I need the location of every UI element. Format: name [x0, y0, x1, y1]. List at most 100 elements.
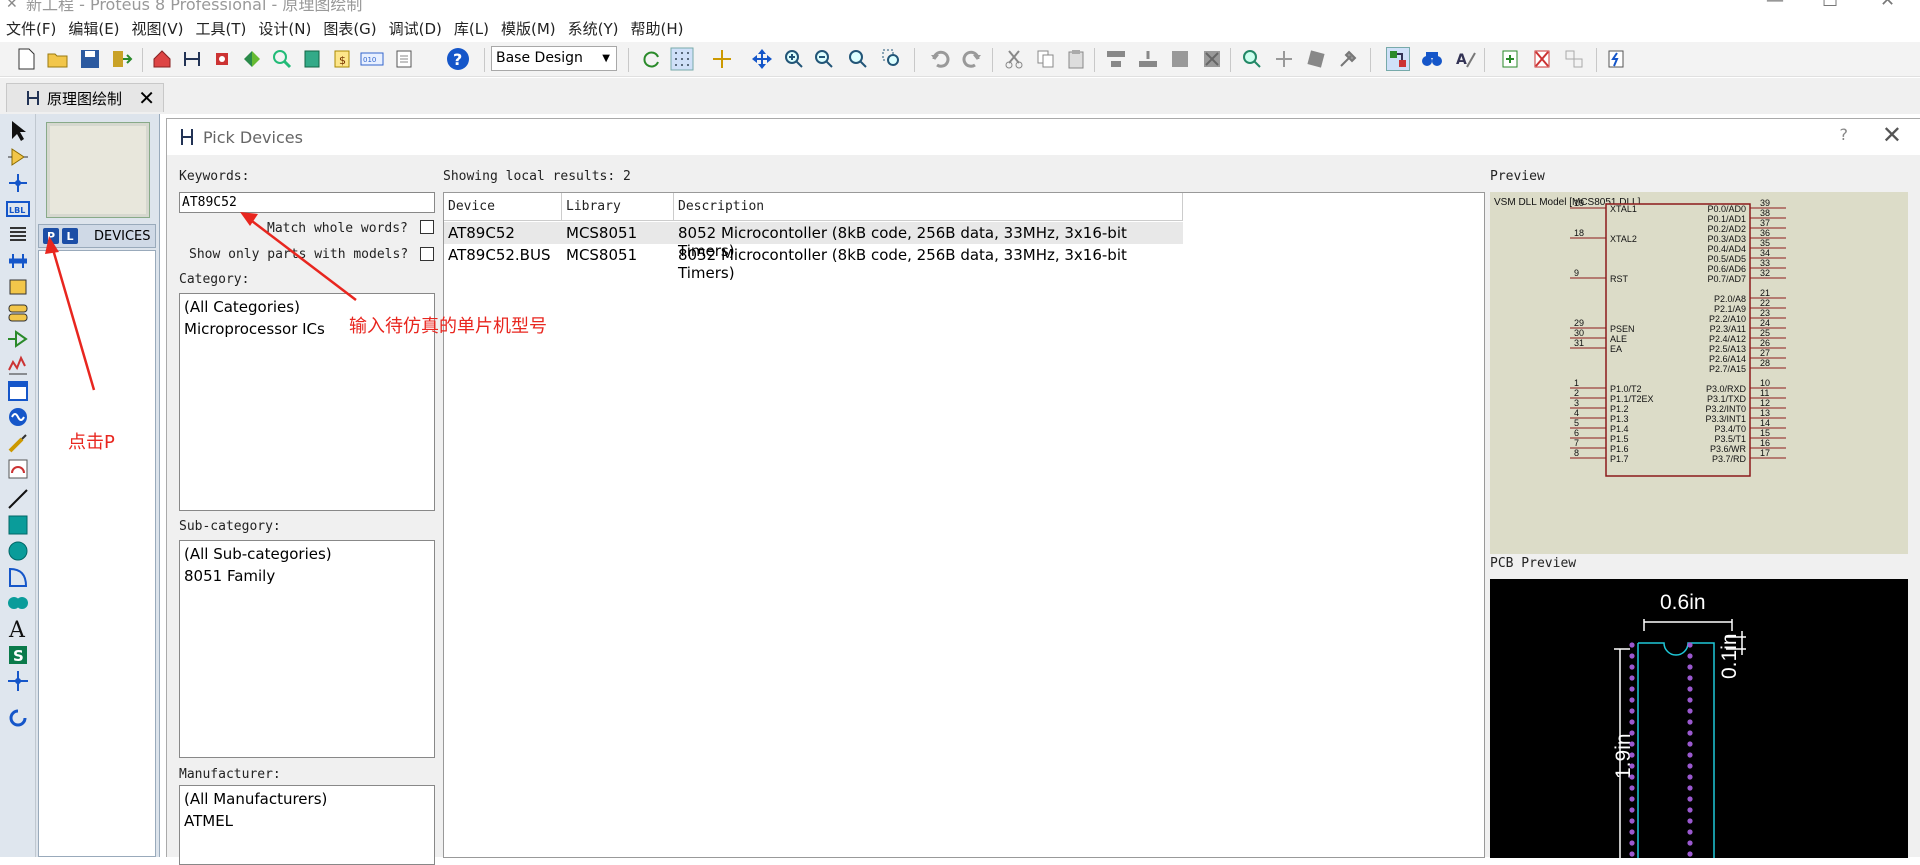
redo-icon[interactable]	[960, 47, 984, 71]
grid-toggle-icon[interactable]	[670, 47, 694, 71]
gerber-viewer-icon[interactable]	[270, 47, 294, 71]
keywords-input[interactable]: AT89C52	[179, 192, 435, 213]
menu-item[interactable]: 工具(T)	[190, 17, 253, 41]
generator-mode-icon[interactable]	[4, 404, 32, 430]
bill-of-materials-icon[interactable]: $	[330, 47, 354, 71]
menu-item[interactable]: 设计(N)	[252, 17, 317, 41]
arc-tool-icon[interactable]	[4, 564, 32, 590]
menu-item[interactable]: 视图(V)	[126, 17, 190, 41]
wire-autorouter-icon[interactable]	[1386, 47, 1410, 71]
make-device-icon[interactable]	[1272, 47, 1296, 71]
block-rotate-icon[interactable]	[1168, 47, 1192, 71]
open-folder-icon[interactable]	[46, 47, 70, 71]
device-pins-icon[interactable]	[4, 326, 32, 352]
schematic-icon[interactable]	[180, 47, 204, 71]
dialog-close-button[interactable]: ✕	[1882, 121, 1902, 149]
match-whole-words-checkbox[interactable]	[420, 220, 434, 234]
home-icon[interactable]	[150, 47, 174, 71]
property-assignment-icon[interactable]: A	[1454, 47, 1478, 71]
pick-parts-icon[interactable]	[1240, 47, 1264, 71]
zoom-out-icon[interactable]	[812, 47, 836, 71]
menu-item[interactable]: 帮助(H)	[625, 17, 690, 41]
overview-window[interactable]	[46, 122, 150, 218]
graph-mode-icon[interactable]	[4, 352, 32, 378]
menu-item[interactable]: 模版(M)	[495, 17, 562, 41]
new-file-icon[interactable]	[14, 47, 38, 71]
column-header-library[interactable]: Library	[562, 193, 674, 221]
save-icon[interactable]	[78, 47, 102, 71]
design-variant-select[interactable]: Base Design ▼	[491, 46, 617, 71]
import-icon[interactable]	[110, 47, 134, 71]
menu-item[interactable]: 编辑(E)	[62, 17, 125, 41]
subcategory-list[interactable]: (All Sub-categories) 8051 Family	[179, 540, 435, 758]
selection-mode-icon[interactable]	[4, 118, 32, 144]
subcircuit-icon[interactable]	[4, 274, 32, 300]
text-tool-icon[interactable]: A	[4, 616, 32, 642]
cut-icon[interactable]	[1002, 47, 1026, 71]
symbol-tool-icon[interactable]: S	[4, 642, 32, 668]
component-mode-icon[interactable]	[4, 144, 32, 170]
device-list[interactable]	[38, 250, 156, 857]
tab-schematic-capture[interactable]: 原理图绘制 ✕	[6, 83, 164, 112]
notes-icon[interactable]	[392, 47, 416, 71]
pcb-layout-icon[interactable]	[210, 47, 234, 71]
block-delete-icon[interactable]	[1200, 47, 1224, 71]
menu-item[interactable]: 系统(Y)	[562, 17, 625, 41]
virtual-instruments-icon[interactable]	[4, 456, 32, 482]
block-move-icon[interactable]	[1136, 47, 1160, 71]
block-copy-icon[interactable]	[1104, 47, 1128, 71]
undo-icon[interactable]	[928, 47, 952, 71]
close-window-button[interactable]: ✕	[1880, 0, 1895, 11]
exit-to-parent-icon[interactable]	[1562, 47, 1586, 71]
source-code-icon[interactable]: 010	[360, 47, 384, 71]
maximize-button[interactable]: ☐	[1822, 0, 1838, 11]
electrical-rule-check-icon[interactable]	[1604, 47, 1628, 71]
show-only-models-checkbox[interactable]	[420, 247, 434, 261]
remove-sheet-icon[interactable]	[1530, 47, 1554, 71]
origin-icon[interactable]	[710, 47, 734, 71]
marker-tool-icon[interactable]	[4, 668, 32, 694]
menu-item[interactable]: 调试(D)	[383, 17, 448, 41]
circle-tool-icon[interactable]	[4, 538, 32, 564]
voltage-probe-icon[interactable]	[4, 430, 32, 456]
minimize-button[interactable]: —	[1766, 0, 1784, 11]
rotate-clockwise-icon[interactable]	[4, 706, 32, 732]
table-row[interactable]: AT89C52 MCS8051 8052 Microcontoller (8kB…	[444, 222, 1183, 260]
table-row[interactable]: AT89C52.BUS MCS8051 8052 Microcontoller …	[444, 244, 1183, 282]
close-tab-icon[interactable]: ✕	[138, 86, 155, 110]
list-item[interactable]: (All Manufacturers)	[180, 788, 434, 810]
text-script-icon[interactable]	[4, 222, 32, 248]
menu-item[interactable]: 文件(F)	[0, 17, 62, 41]
line-tool-icon[interactable]	[4, 486, 32, 512]
path-tool-icon[interactable]	[4, 590, 32, 616]
junction-dot-icon[interactable]	[4, 170, 32, 196]
zoom-area-icon[interactable]	[880, 47, 904, 71]
pick-devices-button[interactable]: P	[43, 228, 59, 244]
help-icon[interactable]: ?	[446, 47, 470, 71]
zoom-in-icon[interactable]	[782, 47, 806, 71]
decompose-icon[interactable]	[1336, 47, 1360, 71]
column-header-device[interactable]: Device	[444, 193, 562, 221]
new-sheet-icon[interactable]	[1498, 47, 1522, 71]
manufacturer-list[interactable]: (All Manufacturers) ATMEL	[179, 785, 435, 865]
column-header-description[interactable]: Description	[674, 193, 1183, 221]
bus-icon[interactable]	[4, 248, 32, 274]
tape-recorder-icon[interactable]	[4, 378, 32, 404]
library-manager-button[interactable]: L	[62, 228, 78, 244]
copy-icon[interactable]	[1034, 47, 1058, 71]
pan-icon[interactable]	[750, 47, 774, 71]
box-tool-icon[interactable]	[4, 512, 32, 538]
list-item[interactable]: 8051 Family	[180, 565, 434, 587]
terminals-mode-icon[interactable]	[4, 300, 32, 326]
3d-viewer-icon[interactable]	[240, 47, 264, 71]
design-explorer-icon[interactable]	[300, 47, 324, 71]
menu-item[interactable]: 图表(G)	[317, 17, 382, 41]
paste-icon[interactable]	[1064, 47, 1088, 71]
dialog-help-button[interactable]: ?	[1840, 125, 1849, 144]
list-item[interactable]: ATMEL	[180, 810, 434, 832]
list-item[interactable]: (All Sub-categories)	[180, 543, 434, 565]
menu-item[interactable]: 库(L)	[448, 17, 495, 41]
wire-label-icon[interactable]: LBL	[4, 196, 32, 222]
zoom-all-icon[interactable]	[846, 47, 870, 71]
packaging-tool-icon[interactable]	[1304, 47, 1328, 71]
